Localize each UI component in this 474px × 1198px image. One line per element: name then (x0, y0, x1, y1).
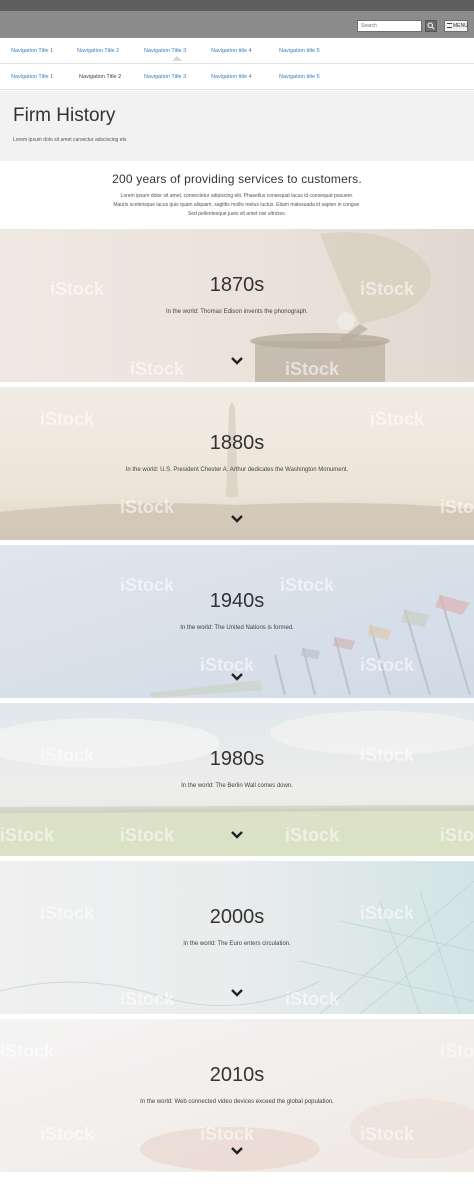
subnav-item-5[interactable]: Navigation title 5 (279, 64, 320, 90)
era-decade: 2010s (209, 1064, 265, 1086)
intro-section: 200 years of providing services to custo… (0, 161, 474, 229)
watermark: iStock (130, 359, 185, 379)
watermark: iStock (285, 825, 340, 845)
era-1980s-banner: iStock iStock iStock iStock iStock iStoc… (0, 703, 474, 856)
watermark: iStock (40, 1124, 95, 1144)
watermark: iStock (120, 497, 175, 517)
nav-item-5[interactable]: Navigation title 5 (279, 38, 320, 64)
era-decade: 2000s (209, 906, 265, 928)
era-2000s-banner: iStock iStock iStock iStock 2000s In the… (0, 861, 474, 1014)
menu-label: MENU (453, 23, 468, 29)
era-description: In the world: Thomas Edison invents the … (166, 309, 308, 315)
watermark: iStock (360, 655, 415, 675)
watermark: iStock (285, 989, 340, 1009)
watermark: iStock (120, 825, 175, 845)
era-2010s-banner: iStock iStock iStock iStock iStock 2010s… (0, 1019, 474, 1172)
watermark: iStock (360, 1124, 415, 1144)
page-header: Firm History Lorem ipsum dolo sit amet c… (0, 91, 474, 161)
intro-line-2: Mauris scelerisque lacus quis quam aliqu… (113, 202, 361, 208)
era-decade: 1940s (209, 590, 265, 612)
watermark: iStock (40, 409, 95, 429)
subnav-item-3[interactable]: Navigation Title 3 (144, 64, 186, 90)
watermark: iStock (200, 1124, 255, 1144)
utility-bar: MENU (0, 11, 474, 38)
subnav-item-4[interactable]: Navigation title 4 (211, 64, 252, 90)
chevron-down-icon[interactable] (229, 987, 245, 999)
era-decade: 1980s (209, 748, 265, 770)
search-input[interactable] (357, 20, 422, 32)
intro-line-1: Lorem ipsum dolor sit amet, consectetur … (120, 193, 354, 199)
subnav-item-1[interactable]: Navigation Title 1 (11, 64, 53, 90)
intro-heading: 200 years of providing services to custo… (112, 172, 362, 186)
menu-button[interactable]: MENU (444, 20, 468, 32)
watermark: iStock (0, 1041, 55, 1061)
era-decade: 1870s (209, 274, 265, 296)
watermark: iStock (200, 655, 255, 675)
page-subtitle: Lorem ipsum dolo sit amet carsectur adsc… (13, 137, 127, 143)
watermark: iStock (440, 497, 474, 517)
era-decade: 1880s (209, 432, 265, 454)
subnav-item-2[interactable]: Navigation Title 2 (79, 64, 121, 90)
watermark: iStock (440, 1041, 474, 1061)
nav-item-2[interactable]: Navigation Title 2 (77, 38, 119, 64)
chevron-down-icon[interactable] (229, 671, 245, 683)
page-title: Firm History (13, 105, 116, 126)
watermark: iStock (285, 359, 340, 379)
top-strip (0, 0, 474, 11)
chevron-down-icon[interactable] (229, 513, 245, 525)
chevron-down-icon[interactable] (229, 1145, 245, 1157)
era-description: In the world: Web connected video device… (140, 1099, 334, 1105)
chevron-down-icon[interactable] (229, 829, 245, 841)
primary-nav: Navigation Title 1 Navigation Title 2 Na… (0, 38, 474, 64)
era-description: In the world: The United Nations is form… (180, 625, 294, 631)
search-button[interactable] (425, 20, 437, 32)
watermark: iStock (0, 825, 55, 845)
watermark: iStock (120, 989, 175, 1009)
intro-line-3: Sed pellentesque justo sit amet nisi ult… (187, 211, 287, 217)
era-description: In the world: The Euro enters circulatio… (183, 941, 291, 947)
era-description: In the world: The Berlin Wall comes down… (181, 783, 293, 789)
hamburger-icon (447, 23, 452, 29)
chevron-down-icon[interactable] (229, 355, 245, 367)
era-1880s-banner: iStock iStock iStock iStock 1880s In the… (0, 387, 474, 540)
watermark: iStock (370, 409, 425, 429)
era-1940s-banner: iStock iStock iStock iStock 1940s In the… (0, 545, 474, 698)
nav-item-1[interactable]: Navigation Title 1 (11, 38, 53, 64)
nav-item-4[interactable]: Navigation title 4 (211, 38, 252, 64)
watermark: iStock (440, 825, 474, 845)
search-icon (427, 22, 435, 30)
nav-active-indicator (172, 56, 182, 61)
era-description: In the world: U.S. President Chester A. … (125, 467, 349, 473)
secondary-nav: Navigation Title 1 Navigation Title 2 Na… (0, 64, 474, 90)
era-1870s-banner: iStock iStock iStock iStock 1870s In the… (0, 229, 474, 382)
